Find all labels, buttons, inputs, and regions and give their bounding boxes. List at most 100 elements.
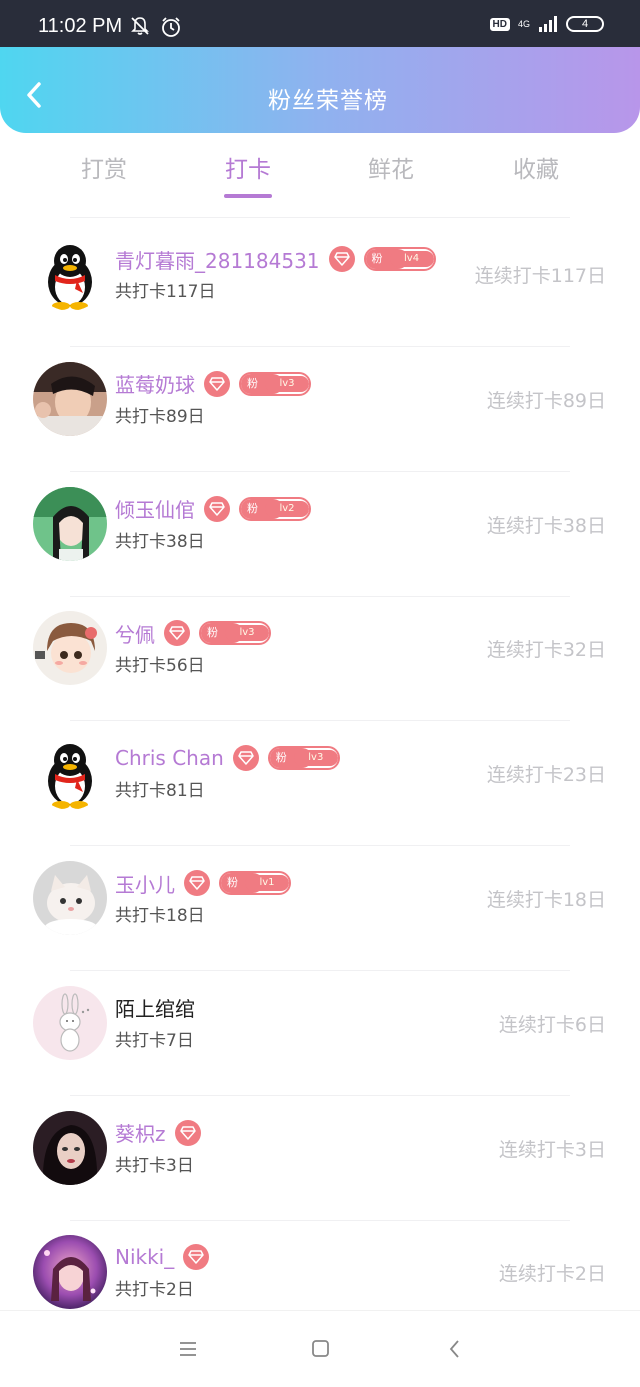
diamond-icon xyxy=(333,252,350,266)
streak-checkins: 连续打卡3日 xyxy=(498,1138,606,1161)
fan-level: lv3 xyxy=(293,750,338,767)
name-line: 倾玉仙倌 粉 lv2 xyxy=(115,494,311,524)
name-line: Chris Chan 粉 lv3 xyxy=(115,743,340,773)
total-checkins: 共打卡81日 xyxy=(115,781,205,802)
fan-level-badge: 粉 lv3 xyxy=(267,746,340,771)
fan-level-badge: 粉 lv4 xyxy=(363,247,436,271)
avatar[interactable] xyxy=(33,861,107,935)
avatar[interactable] xyxy=(33,1110,107,1185)
user-name[interactable]: 青灯暮雨_281184531 xyxy=(115,245,320,274)
avatar[interactable] xyxy=(33,1235,107,1310)
avatar[interactable] xyxy=(33,361,107,436)
streak-checkins: 连续打卡32日 xyxy=(486,639,606,662)
user-name[interactable]: Chris Chan xyxy=(115,746,224,770)
diamond-badge xyxy=(204,495,230,522)
diamond-icon xyxy=(209,377,225,391)
fan-level-badge: 粉 lv1 xyxy=(219,871,291,895)
avatar[interactable] xyxy=(33,985,107,1060)
fan-level-badge: 粉 lv3 xyxy=(239,371,311,396)
fan-level: lv3 xyxy=(225,625,269,642)
name-line: 葵枳z xyxy=(115,1118,201,1148)
streak-checkins: 连续打卡2日 xyxy=(498,1263,606,1286)
diamond-icon xyxy=(169,626,185,641)
bell-off-icon xyxy=(131,17,149,35)
list-item[interactable]: Chris Chan 粉 lv3 共打卡81日 连续打卡23日 xyxy=(0,721,640,847)
diamond-badge xyxy=(174,1119,201,1146)
total-checkins: 共打卡89日 xyxy=(115,406,205,427)
name-line: 玉小儿 粉 lv1 xyxy=(115,868,291,898)
avatar[interactable] xyxy=(33,486,107,561)
name-line: 兮佩 粉 lv3 xyxy=(115,618,271,648)
user-name[interactable]: 倾玉仙倌 xyxy=(115,494,195,523)
diamond-badge xyxy=(184,870,210,896)
list-item[interactable]: 倾玉仙倌 粉 lv2 共打卡38日 连续打卡38日 xyxy=(0,472,640,597)
network-type: 4G xyxy=(517,19,530,29)
diamond-badge xyxy=(164,620,190,647)
fan-level: lv4 xyxy=(389,251,434,267)
diamond-badge xyxy=(328,246,355,272)
streak-checkins: 连续打卡38日 xyxy=(486,514,606,537)
user-name[interactable]: 陌上绾绾 xyxy=(115,993,195,1022)
menu-icon[interactable] xyxy=(173,1336,203,1362)
diamond-badge xyxy=(232,745,259,772)
name-line: Nikki_ xyxy=(115,1242,210,1272)
list-item[interactable]: 青灯暮雨_281184531 粉 lv4 共打卡117日 连续打卡117日 xyxy=(0,222,640,347)
status-time: 11:02 PM xyxy=(38,15,123,37)
total-checkins: 共打卡2日 xyxy=(115,1280,194,1301)
list-item[interactable]: 蓝莓奶球 粉 lv3 共打卡89日 连续打卡89日 xyxy=(0,347,640,472)
hd-badge: HD xyxy=(489,17,510,31)
tab-checkin[interactable]: 打卡 xyxy=(188,150,308,184)
fan-level: lv1 xyxy=(245,875,289,891)
user-name[interactable]: 玉小儿 xyxy=(115,869,175,898)
status-right-icons: HD 4G 4 xyxy=(489,16,604,32)
streak-checkins: 连续打卡89日 xyxy=(486,389,606,412)
total-checkins: 共打卡18日 xyxy=(115,906,205,926)
streak-checkins: 连续打卡18日 xyxy=(486,889,606,911)
total-checkins: 共打卡38日 xyxy=(115,531,205,552)
alarm-icon xyxy=(162,17,180,37)
streak-checkins: 连续打卡23日 xyxy=(486,764,606,787)
active-tab-indicator xyxy=(224,194,272,198)
fan-level-badge: 粉 lv3 xyxy=(199,621,271,646)
streak-checkins: 连续打卡6日 xyxy=(498,1013,606,1036)
list-item[interactable]: 葵枳z 共打卡3日 连续打卡3日 xyxy=(0,1096,640,1221)
diamond-icon xyxy=(238,751,254,765)
tabs-divider xyxy=(70,217,570,218)
avatar[interactable] xyxy=(33,611,107,686)
tab-bar: 打赏 打卡 鲜花 收藏 xyxy=(0,150,640,200)
avatar[interactable] xyxy=(33,736,107,811)
diamond-icon xyxy=(179,1125,196,1140)
total-checkins: 共打卡3日 xyxy=(115,1155,194,1176)
list-item[interactable]: 玉小儿 粉 lv1 共打卡18日 连续打卡18日 xyxy=(0,846,640,971)
list-item[interactable]: 陌上绾绾共打卡7日 连续打卡6日 xyxy=(0,971,640,1096)
user-name[interactable]: Nikki_ xyxy=(115,1245,174,1269)
total-checkins: 共打卡56日 xyxy=(115,656,205,677)
fan-level-badge: 粉 lv2 xyxy=(239,496,311,521)
total-checkins: 共打卡7日 xyxy=(115,1030,194,1051)
total-checkins: 共打卡117日 xyxy=(115,282,216,302)
list-item[interactable]: 兮佩 粉 lv3 共打卡56日 连续打卡32日 xyxy=(0,596,640,722)
tab-reward[interactable]: 打赏 xyxy=(44,150,164,184)
diamond-badge xyxy=(183,1244,210,1271)
page-title: 粉丝荣誉榜 xyxy=(268,88,388,114)
back-icon[interactable] xyxy=(440,1336,470,1362)
system-nav-bar xyxy=(0,1310,640,1387)
diamond-icon xyxy=(188,1250,204,1265)
diamond-icon xyxy=(209,501,225,516)
fan-level: lv2 xyxy=(265,500,309,517)
diamond-badge xyxy=(204,370,230,397)
fan-level: lv3 xyxy=(265,375,309,392)
streak-checkins: 连续打卡117日 xyxy=(474,265,606,287)
status-bar: 11:02 PM HD 4G 4 xyxy=(0,0,640,47)
tab-flowers[interactable]: 鲜花 xyxy=(331,150,451,184)
avatar[interactable] xyxy=(33,237,107,311)
diamond-icon xyxy=(189,876,205,890)
user-name[interactable]: 蓝莓奶球 xyxy=(115,369,195,398)
name-line: 陌上绾绾 xyxy=(115,993,195,1023)
home-icon[interactable] xyxy=(305,1336,335,1362)
user-name[interactable]: 兮佩 xyxy=(115,619,155,648)
name-line: 蓝莓奶球 粉 lv3 xyxy=(115,369,311,399)
name-line: 青灯暮雨_281184531 粉 lv4 xyxy=(115,244,436,274)
tab-favorites[interactable]: 收藏 xyxy=(476,150,596,184)
user-name[interactable]: 葵枳z xyxy=(115,1118,166,1147)
